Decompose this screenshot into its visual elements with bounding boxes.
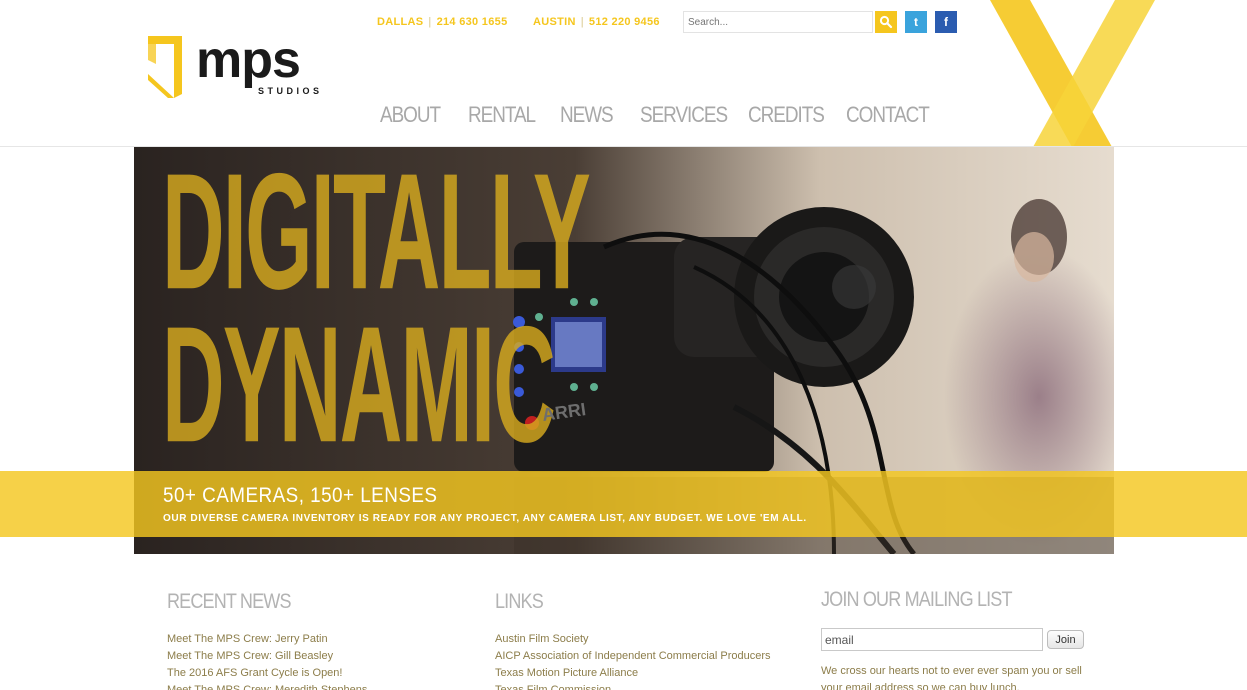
news-item[interactable]: Meet The MPS Crew: Meredith Stephens xyxy=(167,682,367,690)
page: mps STUDIOS DALLAS | 214 630 1655 AUSTIN | 5… xyxy=(0,0,1247,690)
twitter-button[interactable]: t xyxy=(905,11,927,33)
austin-phone[interactable]: 512 220 9456 xyxy=(589,16,660,28)
links-list: Austin Film Society AICP Association of … xyxy=(495,631,771,690)
nav-about[interactable]: ABOUT xyxy=(380,102,441,128)
recent-news-heading: RECENT NEWS xyxy=(167,590,292,613)
mailing-list-heading: JOIN OUR MAILING LIST xyxy=(821,588,1013,611)
nav-contact[interactable]: CONTACT xyxy=(846,102,930,128)
search-icon xyxy=(879,15,893,29)
hero-headline-line1: DIGITALLY xyxy=(162,147,591,324)
logo-wordmark: mps xyxy=(196,31,301,89)
hero-band-subtitle: OUR DIVERSE CAMERA INVENTORY IS READY FO… xyxy=(163,513,807,524)
link-item[interactable]: Texas Film Commission xyxy=(495,682,771,690)
hero-band-title[interactable]: 50+ CAMERAS, 150+ LENSES xyxy=(163,484,438,508)
facebook-icon: f xyxy=(944,15,948,29)
mailing-list-note: We cross our hearts not to ever ever spa… xyxy=(821,665,1082,690)
separator: | xyxy=(428,16,432,28)
nav-news[interactable]: NEWS xyxy=(560,102,614,128)
news-item[interactable]: Meet The MPS Crew: Jerry Patin xyxy=(167,631,367,648)
link-item[interactable]: AICP Association of Independent Commerci… xyxy=(495,648,771,665)
news-item[interactable]: Meet The MPS Crew: Gill Beasley xyxy=(167,648,367,665)
facebook-button[interactable]: f xyxy=(935,11,957,33)
links-heading: LINKS xyxy=(495,590,544,613)
search-button[interactable] xyxy=(875,11,897,33)
separator: | xyxy=(580,16,584,28)
link-item[interactable]: Austin Film Society xyxy=(495,631,771,648)
nav-rental[interactable]: RENTAL xyxy=(468,102,536,128)
nav-services[interactable]: SERVICES xyxy=(640,102,728,128)
link-item[interactable]: Texas Motion Picture Alliance xyxy=(495,665,771,682)
dallas-label: DALLAS xyxy=(377,16,424,28)
logo-mark-icon xyxy=(148,36,182,98)
dallas-contact: DALLAS | 214 630 1655 xyxy=(377,16,507,28)
austin-contact: AUSTIN | 512 220 9456 xyxy=(533,16,660,28)
search-input[interactable] xyxy=(683,11,873,33)
email-field[interactable] xyxy=(821,628,1043,651)
logo-subtitle: STUDIOS xyxy=(258,86,323,96)
news-item[interactable]: The 2016 AFS Grant Cycle is Open! xyxy=(167,665,367,682)
join-button[interactable]: Join xyxy=(1047,630,1084,649)
main-nav: ABOUT RENTAL NEWS SERVICES CREDITS CONTA… xyxy=(0,102,1247,132)
twitter-icon: t xyxy=(914,15,918,29)
dallas-phone[interactable]: 214 630 1655 xyxy=(437,16,508,28)
austin-label: AUSTIN xyxy=(533,16,576,28)
nav-credits[interactable]: CREDITS xyxy=(748,102,825,128)
recent-news-list: Meet The MPS Crew: Jerry Patin Meet The … xyxy=(167,631,367,690)
mps-logo[interactable]: mps STUDIOS xyxy=(146,31,326,100)
hero-headline-line2: DYNAMIC xyxy=(162,291,556,477)
